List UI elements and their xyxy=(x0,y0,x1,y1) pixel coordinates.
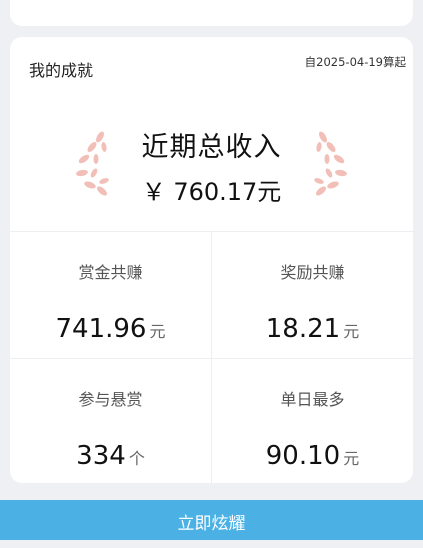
stat-label: 参与悬赏 xyxy=(78,390,143,409)
stat-value: 90.10 元 xyxy=(265,441,360,471)
stat-label: 单日最多 xyxy=(280,390,345,409)
total-income-summary: 近期总收入 ￥ 760.17元 xyxy=(10,125,413,207)
achievement-card: 我的成就 自2025-04-19算起 近期总收入 ￥ 760.17元 赏金共赚 … xyxy=(10,37,413,483)
previous-card xyxy=(10,0,413,26)
stat-reward-earned: 奖励共赚 18.21 元 xyxy=(211,232,413,358)
stat-value: 18.21 元 xyxy=(265,314,360,344)
date-note: 自2025-04-19算起 xyxy=(304,55,406,69)
total-income-value: ￥ 760.17元 xyxy=(141,178,282,206)
stat-bounties-joined: 参与悬赏 334 个 xyxy=(10,359,211,483)
stats-grid: 赏金共赚 741.96 元 奖励共赚 18.21 元 参与悬赏 334 个 单日最多 … xyxy=(10,231,413,483)
stat-bounty-earned: 赏金共赚 741.96 元 xyxy=(10,232,211,358)
show-off-button[interactable]: 立即炫耀 xyxy=(0,500,423,540)
stat-value: 741.96 元 xyxy=(55,314,166,344)
card-title: 我的成就 xyxy=(29,61,94,80)
stat-label: 奖励共赚 xyxy=(280,263,345,282)
stat-daily-max: 单日最多 90.10 元 xyxy=(211,359,413,483)
stats-row: 参与悬赏 334 个 单日最多 90.10 元 xyxy=(10,359,413,483)
stat-label: 赏金共赚 xyxy=(78,263,143,282)
stats-row: 赏金共赚 741.96 元 奖励共赚 18.21 元 xyxy=(10,232,413,358)
stat-value: 334 个 xyxy=(76,441,145,471)
total-income-label: 近期总收入 xyxy=(141,132,282,163)
